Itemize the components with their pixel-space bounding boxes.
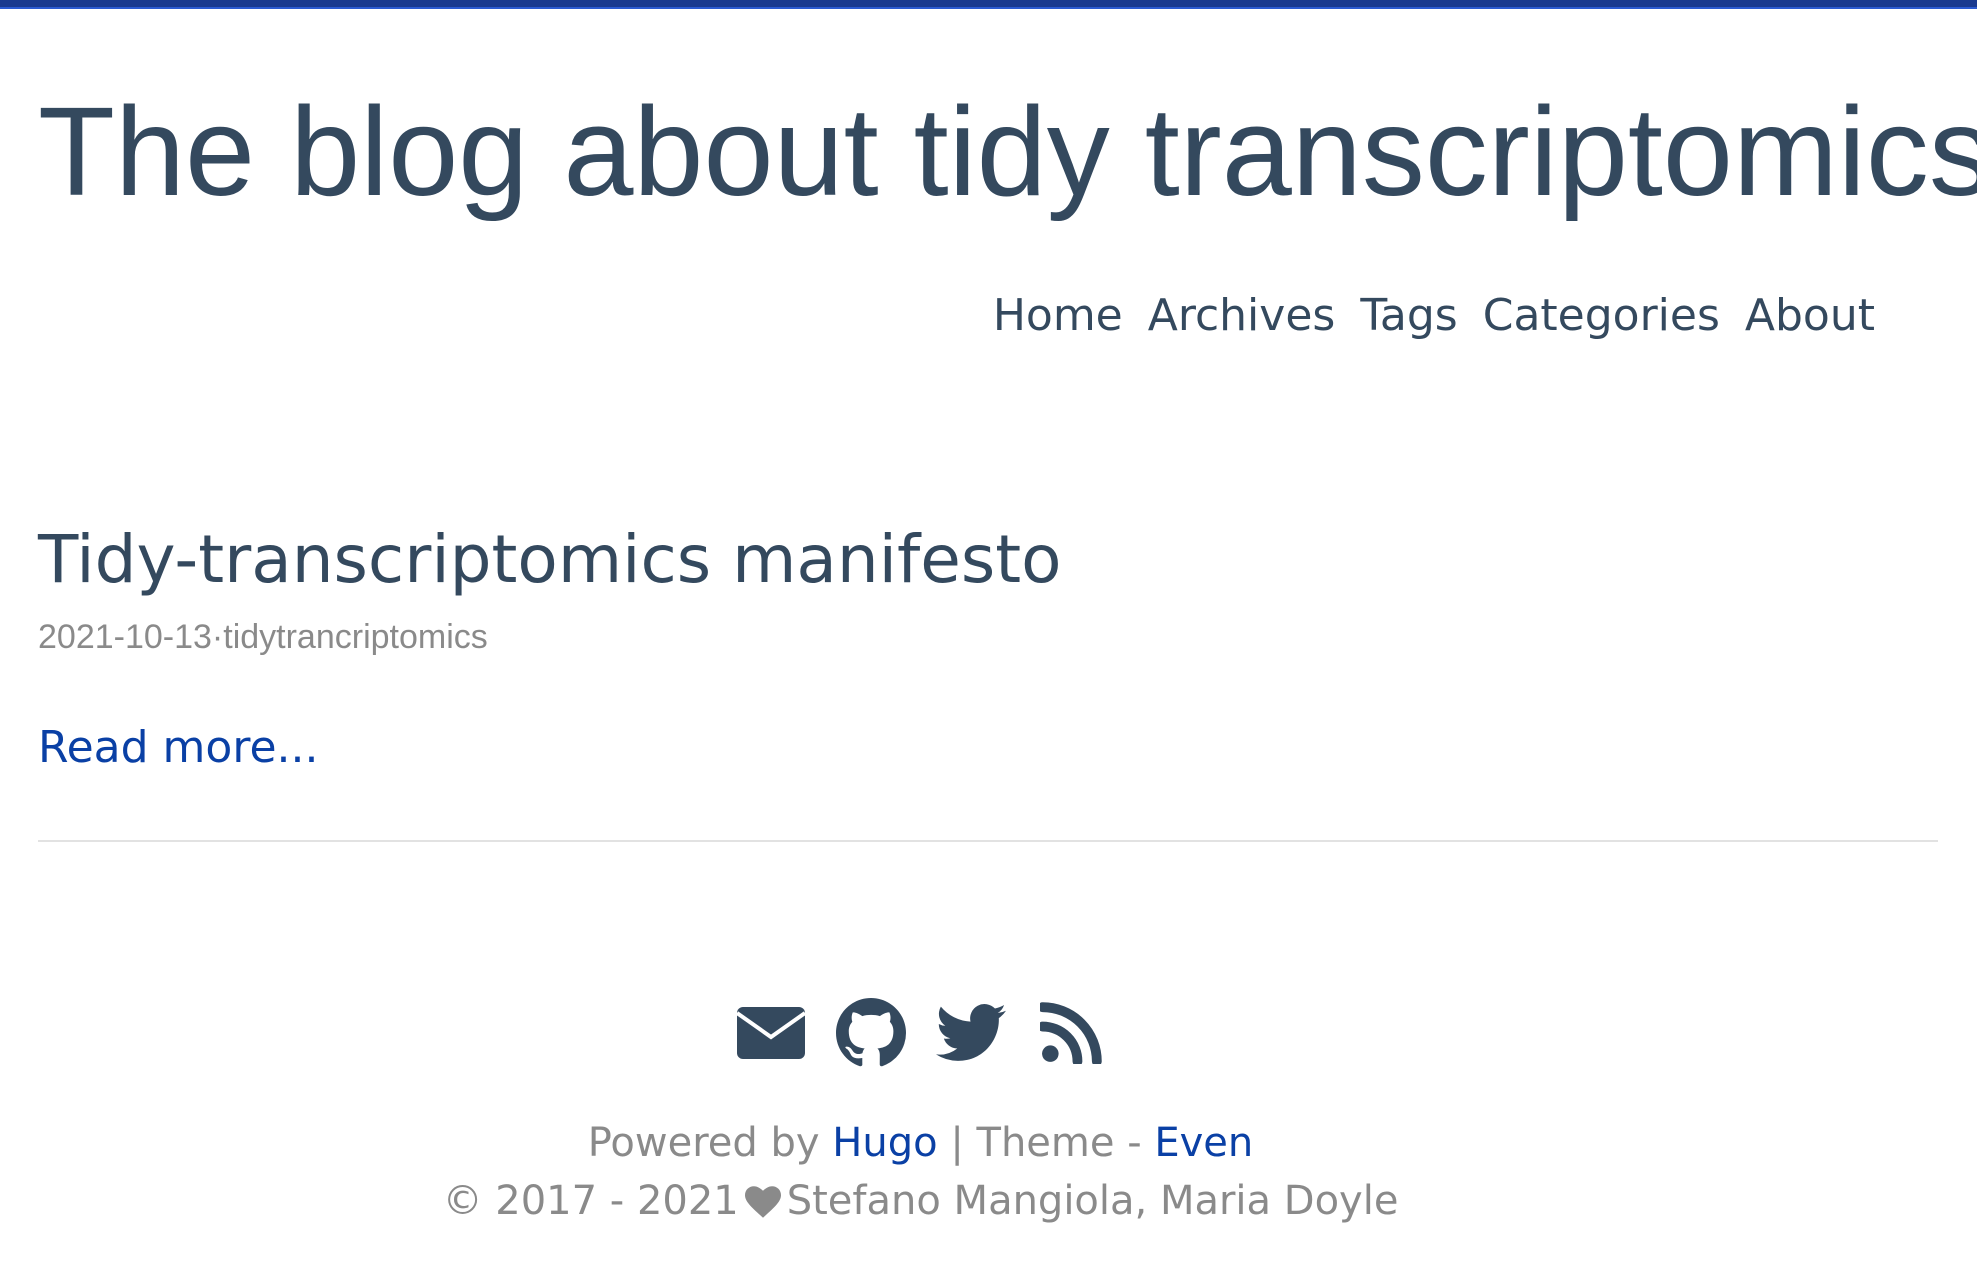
- site-title[interactable]: The blog about tidy transcriptomics: [38, 82, 1977, 222]
- nav-archives[interactable]: Archives: [1148, 286, 1336, 346]
- rss-icon[interactable]: [1036, 998, 1106, 1068]
- powered-by-line: Powered by Hugo | Theme - Even: [0, 1115, 1909, 1171]
- email-icon[interactable]: [736, 998, 806, 1068]
- nav-tags[interactable]: Tags: [1360, 286, 1457, 346]
- twitter-icon[interactable]: [935, 998, 1006, 1068]
- github-icon[interactable]: [835, 998, 906, 1068]
- hugo-link[interactable]: Hugo: [832, 1120, 937, 1166]
- nav-categories[interactable]: Categories: [1483, 286, 1720, 346]
- social-links: [0, 998, 1909, 1068]
- copyright-text: © 2017 - 2021: [442, 1178, 739, 1224]
- post-title[interactable]: Tidy-transcriptomics manifesto: [38, 515, 1061, 605]
- meta-separator: ·: [211, 618, 224, 656]
- heart-icon: [744, 1177, 781, 1233]
- authors-text: Stefano Mangiola, Maria Doyle: [786, 1178, 1399, 1224]
- post-divider: [38, 840, 1938, 842]
- post-date: 2021-10-13: [38, 618, 212, 656]
- top-accent-bar: [0, 0, 1977, 9]
- post-meta: 2021-10-13·tidytrancriptomics: [38, 615, 488, 659]
- even-theme-link[interactable]: Even: [1154, 1120, 1253, 1166]
- powered-by-text: Powered by: [587, 1120, 820, 1166]
- read-more-link[interactable]: Read more...: [38, 718, 318, 778]
- post-category[interactable]: tidytrancriptomics: [223, 618, 488, 656]
- theme-text: | Theme -: [950, 1120, 1142, 1166]
- main-nav: Home Archives Tags Categories About: [968, 286, 1875, 346]
- nav-home[interactable]: Home: [993, 286, 1123, 346]
- copyright-line: © 2017 - 2021 Stefano Mangiola, Maria Doy…: [0, 1173, 1909, 1233]
- nav-about[interactable]: About: [1745, 286, 1875, 346]
